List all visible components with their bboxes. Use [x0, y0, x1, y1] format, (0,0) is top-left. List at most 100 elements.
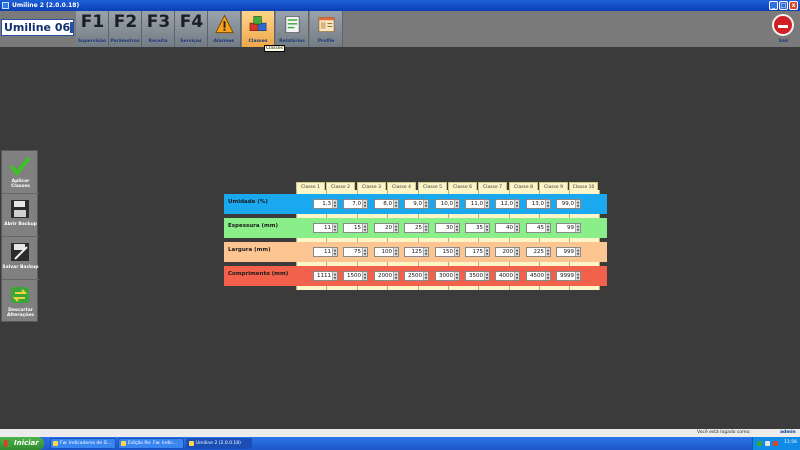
espessura-classe-4-input[interactable]: 25 ▲ ▼	[404, 223, 429, 233]
taskbar-item-email[interactable]: Fw: Indicadores de D...	[50, 438, 116, 449]
f1-supervisao-button[interactable]: F1 Supervisão	[76, 11, 109, 47]
spin-arrows-icon[interactable]: ▲ ▼	[545, 248, 550, 256]
spin-arrows-icon[interactable]: ▲ ▼	[362, 200, 367, 208]
espessura-classe-5-input[interactable]: 30 ▲ ▼	[435, 223, 460, 233]
umidade-classe-8-input[interactable]: 13,0 ▲ ▼	[526, 199, 551, 209]
espessura-classe-3-input[interactable]: 20 ▲ ▼	[374, 223, 399, 233]
spin-arrows-icon[interactable]: ▲ ▼	[423, 248, 428, 256]
spin-arrows-icon[interactable]: ▲ ▼	[454, 272, 459, 280]
spin-arrows-icon[interactable]: ▲ ▼	[545, 272, 550, 280]
largura-classe-1-input[interactable]: 11 ▲ ▼	[313, 247, 338, 257]
umidade-classe-2-input[interactable]: 7,0 ▲ ▼	[343, 199, 368, 209]
comprimento-classe-1-input[interactable]: 1111 ▲ ▼	[313, 271, 338, 281]
spin-arrows-icon[interactable]: ▲ ▼	[393, 248, 398, 256]
cell-value: 125	[411, 249, 423, 255]
spin-arrows-icon[interactable]: ▲ ▼	[575, 248, 580, 256]
spin-arrows-icon[interactable]: ▲ ▼	[362, 224, 367, 232]
floppy-disk-icon	[11, 200, 29, 218]
umidade-classe-4-input[interactable]: 9,0 ▲ ▼	[404, 199, 429, 209]
spin-arrows-icon[interactable]: ▲ ▼	[514, 248, 519, 256]
f2-parametros-button[interactable]: F2 Parâmetros	[109, 11, 142, 47]
largura-classe-5-input[interactable]: 150 ▲ ▼	[435, 247, 460, 257]
relatorios-label: Relatórios	[279, 39, 305, 44]
umidade-classe-6-input[interactable]: 11,0 ▲ ▼	[465, 199, 490, 209]
largura-classe-7-input[interactable]: 200 ▲ ▼	[495, 247, 520, 257]
umidade-classe-5-input[interactable]: 10,0 ▲ ▼	[435, 199, 460, 209]
largura-classe-8-input[interactable]: 225 ▲ ▼	[526, 247, 551, 257]
maximize-button[interactable]: □	[779, 1, 788, 10]
spin-arrows-icon[interactable]: ▲ ▼	[484, 200, 489, 208]
spin-arrows-icon[interactable]: ▲ ▼	[393, 224, 398, 232]
network-icon[interactable]	[757, 441, 762, 446]
comprimento-classe-5-input[interactable]: 3000 ▲ ▼	[435, 271, 460, 281]
spin-arrows-icon[interactable]: ▲ ▼	[332, 248, 337, 256]
largura-classe-4-input[interactable]: 125 ▲ ▼	[404, 247, 429, 257]
spin-arrows-icon[interactable]: ▲ ▼	[545, 200, 550, 208]
spin-arrows-icon[interactable]: ▲ ▼	[332, 200, 337, 208]
salvar-backup-button[interactable]: Salvar Backup	[2, 237, 39, 280]
descartar-alteracoes-button[interactable]: Descartar Alterações	[2, 280, 39, 323]
espessura-classe-6-input[interactable]: 35 ▲ ▼	[465, 223, 490, 233]
spin-arrows-icon[interactable]: ▲ ▼	[423, 272, 428, 280]
spin-arrows-icon[interactable]: ▲ ▼	[484, 272, 489, 280]
spin-arrows-icon[interactable]: ▲ ▼	[575, 224, 580, 232]
spin-arrows-icon[interactable]: ▲ ▼	[545, 224, 550, 232]
espessura-classe-7-input[interactable]: 40 ▲ ▼	[495, 223, 520, 233]
largura-classe-2-input[interactable]: 75 ▲ ▼	[343, 247, 368, 257]
f3-receita-button[interactable]: F3 Receita	[142, 11, 175, 47]
espessura-classe-9-input[interactable]: 99 ▲ ▼	[556, 223, 581, 233]
f4-servicos-button[interactable]: F4 Serviços	[175, 11, 208, 47]
spin-arrows-icon[interactable]: ▲ ▼	[423, 200, 428, 208]
cell-value: 200	[502, 249, 514, 255]
comprimento-classe-9-input[interactable]: 9999 ▲ ▼	[556, 271, 581, 281]
comprimento-classe-7-input[interactable]: 4000 ▲ ▼	[495, 271, 520, 281]
espessura-classe-8-input[interactable]: 45 ▲ ▼	[526, 223, 551, 233]
classes-button[interactable]: Classes	[242, 11, 275, 47]
espessura-classe-1-input[interactable]: 11 ▲ ▼	[313, 223, 338, 233]
spin-arrows-icon[interactable]: ▲ ▼	[575, 200, 580, 208]
alarmes-button[interactable]: Alarmes	[208, 11, 241, 47]
largura-classe-3-input[interactable]: 100 ▲ ▼	[374, 247, 399, 257]
spin-arrows-icon[interactable]: ▲ ▼	[423, 224, 428, 232]
umidade-classe-7-input[interactable]: 12,0 ▲ ▼	[495, 199, 520, 209]
spin-arrows-icon[interactable]: ▲ ▼	[332, 272, 337, 280]
comprimento-classe-3-input[interactable]: 2000 ▲ ▼	[374, 271, 399, 281]
spin-arrows-icon[interactable]: ▲ ▼	[362, 248, 367, 256]
abrir-backup-button[interactable]: Abrir Backup	[2, 194, 39, 237]
spin-arrows-icon[interactable]: ▲ ▼	[393, 272, 398, 280]
security-icon[interactable]	[773, 441, 778, 446]
spin-arrows-icon[interactable]: ▲ ▼	[332, 224, 337, 232]
umidade-classe-9-input[interactable]: 99,0 ▲ ▼	[556, 199, 581, 209]
comprimento-classe-2-input[interactable]: 1500 ▲ ▼	[343, 271, 368, 281]
spin-arrows-icon[interactable]: ▲ ▼	[514, 200, 519, 208]
taskbar-item-umiline[interactable]: Umiline 2 (2.0.0.18)	[186, 438, 252, 449]
profile-button[interactable]: Profile	[310, 11, 343, 47]
comprimento-classe-4-input[interactable]: 2500 ▲ ▼	[404, 271, 429, 281]
relatorios-button[interactable]: Relatórios	[276, 11, 309, 47]
spin-arrows-icon[interactable]: ▲ ▼	[484, 224, 489, 232]
volume-icon[interactable]	[765, 441, 770, 446]
spin-arrows-icon[interactable]: ▲ ▼	[514, 272, 519, 280]
espessura-classe-2-input[interactable]: 15 ▲ ▼	[343, 223, 368, 233]
spin-arrows-icon[interactable]: ▲ ▼	[362, 272, 367, 280]
spin-arrows-icon[interactable]: ▲ ▼	[454, 200, 459, 208]
largura-classe-9-input[interactable]: 999 ▲ ▼	[556, 247, 581, 257]
spin-arrows-icon[interactable]: ▲ ▼	[393, 200, 398, 208]
spin-arrows-icon[interactable]: ▲ ▼	[454, 248, 459, 256]
taskbar-item-edit[interactable]: Edição Re: Fw: Indic...	[118, 438, 184, 449]
start-button[interactable]: Iniciar	[0, 437, 44, 450]
spin-arrows-icon[interactable]: ▲ ▼	[454, 224, 459, 232]
comprimento-classe-6-input[interactable]: 3500 ▲ ▼	[465, 271, 490, 281]
umidade-classe-3-input[interactable]: 8,0 ▲ ▼	[374, 199, 399, 209]
sair-button[interactable]: Sair	[767, 11, 800, 47]
comprimento-classe-8-input[interactable]: 4500 ▲ ▼	[526, 271, 551, 281]
close-window-button[interactable]: x	[789, 1, 798, 10]
separator-strip	[296, 286, 600, 290]
aplicar-classes-button[interactable]: Aplicar Classes	[2, 151, 39, 194]
spin-arrows-icon[interactable]: ▲ ▼	[484, 248, 489, 256]
largura-classe-6-input[interactable]: 175 ▲ ▼	[465, 247, 490, 257]
spin-arrows-icon[interactable]: ▲ ▼	[575, 272, 580, 280]
minimize-button[interactable]: _	[769, 1, 778, 10]
spin-arrows-icon[interactable]: ▲ ▼	[514, 224, 519, 232]
umidade-classe-1-input[interactable]: 1,3 ▲ ▼	[313, 199, 338, 209]
